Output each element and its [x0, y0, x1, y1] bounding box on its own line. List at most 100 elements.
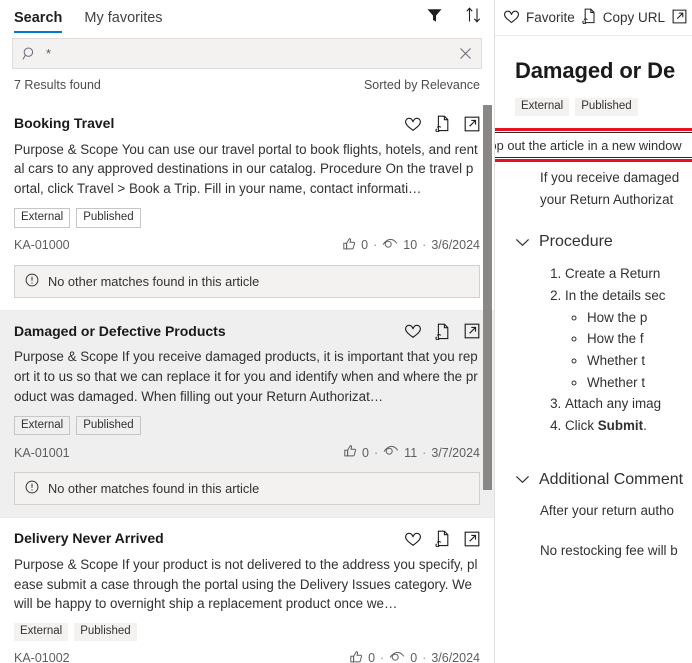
results-meta: 7 Results found Sorted by Relevance [0, 69, 494, 100]
results-scrollbar[interactable] [483, 103, 492, 663]
procedure-step-tail: . [643, 418, 647, 434]
procedure-step-text: Create a Return [565, 266, 661, 282]
result-card-actions [404, 322, 480, 341]
result-card[interactable]: Delivery Never Arrived Purpose & Scope I… [0, 518, 494, 663]
results-scrollbar-thumb[interactable] [483, 105, 492, 490]
copy-url-icon [582, 8, 597, 27]
result-stats: 0 · 0 · 3/6/2024 [349, 650, 480, 663]
result-title[interactable]: Delivery Never Arrived [14, 529, 164, 548]
section-procedure-title: Procedure [539, 233, 613, 251]
procedure-step-text: Attach any imag [565, 396, 662, 412]
result-date: 3/6/2024 [431, 238, 480, 253]
result-ka-id: KA-01002 [14, 651, 70, 663]
copy-url-label: Copy URL [602, 10, 666, 25]
chevron-down-icon [515, 238, 530, 247]
stats-separator: · [373, 238, 378, 253]
procedure-step-text: In the details sec [565, 287, 666, 303]
heart-icon[interactable] [404, 531, 422, 547]
result-footer: KA-01002 0 · 0 · 3/6/2024 [14, 650, 480, 663]
thumbs-up-icon [349, 650, 363, 663]
section-additional-comments-title: Additional Comment [539, 470, 684, 488]
article-title: Damaged or De [515, 58, 676, 83]
result-title[interactable]: Damaged or Defective Products [14, 322, 226, 341]
no-matches-label: No other matches found in this article [48, 481, 260, 497]
no-matches-notice: No other matches found in this article [14, 472, 480, 506]
procedure-substeps: How the p How the f Whether t Whether t [565, 307, 692, 394]
result-stats: 0 · 11 · 3/7/2024 [343, 444, 480, 461]
section-procedure: Procedure Create a Return In the details… [515, 233, 692, 437]
procedure-step-text: Click [565, 418, 598, 434]
result-footer: KA-01000 0 · 10 · 3/6/2024 [14, 237, 480, 254]
article-toolbar: Favorite Copy URL [495, 0, 692, 36]
section-additional-comments-body: After your return autho No restocking fe… [515, 501, 692, 562]
result-snippet: Purpose & Scope If your product is not d… [14, 556, 478, 612]
copy-url-icon[interactable] [435, 530, 451, 548]
result-views: 11 [404, 445, 418, 460]
result-views: 10 [403, 238, 418, 253]
section-paragraph: After your return autho [540, 502, 674, 518]
article-detail-pane: Favorite Copy URL Damaged or De External… [495, 0, 692, 663]
badge-published: Published [76, 415, 141, 436]
tab-my-favorites[interactable]: My favorites [84, 10, 163, 33]
result-likes: 0 [362, 445, 369, 460]
section-additional-comments-header[interactable]: Additional Comment [515, 471, 692, 489]
stats-separator: · [422, 445, 427, 460]
result-card[interactable]: Booking Travel Purpose & Scope You can u… [0, 103, 494, 311]
result-card[interactable]: Damaged or Defective Products Purpose & … [0, 310, 494, 519]
no-matches-notice: No other matches found in this article [14, 264, 480, 298]
section-procedure-body: Create a Return In the details sec How t… [515, 263, 692, 437]
copy-url-icon[interactable] [435, 115, 451, 133]
heart-icon[interactable] [404, 116, 422, 132]
info-icon [25, 273, 39, 290]
sort-icon[interactable] [465, 6, 482, 24]
badge-published: Published [575, 98, 638, 116]
close-icon[interactable] [458, 46, 473, 61]
badge-external: External [14, 623, 69, 641]
pop-out-tooltip-label: Pop out the article in a new window [495, 137, 682, 153]
thumbs-up-icon [343, 444, 357, 461]
heart-icon[interactable] [404, 323, 422, 339]
search-input[interactable]: * [12, 38, 482, 69]
result-ka-id: KA-01000 [14, 238, 70, 253]
results-list: Booking Travel Purpose & Scope You can u… [0, 103, 494, 663]
favorite-label: Favorite [526, 10, 575, 25]
filter-icon[interactable] [426, 7, 443, 24]
info-icon [25, 480, 39, 497]
stats-separator: · [422, 651, 427, 663]
badge-external: External [14, 207, 71, 228]
thumbs-up-icon [342, 237, 356, 254]
section-additional-comments: Additional Comment After your return aut… [515, 471, 692, 562]
badge-published: Published [74, 623, 137, 641]
sort-order-label[interactable]: Sorted by Relevance [364, 78, 480, 92]
heart-icon [503, 9, 520, 27]
result-date: 3/6/2024 [431, 651, 480, 663]
eye-icon [382, 238, 398, 253]
procedure-substep: Whether t [587, 372, 692, 394]
search-input-value[interactable]: * [37, 47, 458, 60]
procedure-step-emphasis: Submit [597, 418, 644, 434]
copy-url-button[interactable]: Copy URL [582, 8, 665, 27]
section-paragraph: your Return Authorizat [540, 192, 674, 208]
procedure-substep: Whether t [587, 350, 692, 372]
result-footer: KA-01001 0 · 11 · 3/7/2024 [14, 444, 480, 461]
section-procedure-header[interactable]: Procedure [515, 233, 692, 251]
result-title[interactable]: Booking Travel [14, 114, 114, 133]
result-card-header: Damaged or Defective Products [14, 322, 480, 341]
chevron-down-icon [515, 475, 530, 484]
pop-out-icon[interactable] [464, 323, 480, 339]
pop-out-button[interactable] [672, 9, 687, 27]
section-paragraph: No restocking fee will b [540, 542, 678, 558]
stats-separator: · [374, 445, 379, 460]
pop-out-icon[interactable] [464, 531, 480, 547]
procedure-step: In the details sec How the p How the f W… [565, 285, 692, 394]
pop-out-icon[interactable] [464, 116, 480, 132]
result-likes: 0 [361, 238, 369, 253]
search-results-pane: Search My favorites * 7 Results found So… [0, 0, 495, 663]
result-snippet: Purpose & Scope You can use our travel p… [14, 141, 478, 197]
tab-my-favorites-label: My favorites [84, 10, 163, 27]
favorite-button[interactable]: Favorite [503, 9, 575, 27]
tab-search[interactable]: Search [14, 10, 63, 33]
stats-separator: · [380, 651, 385, 663]
pop-out-tooltip: Pop out the article in a new window [495, 132, 692, 158]
copy-url-icon[interactable] [435, 323, 451, 341]
